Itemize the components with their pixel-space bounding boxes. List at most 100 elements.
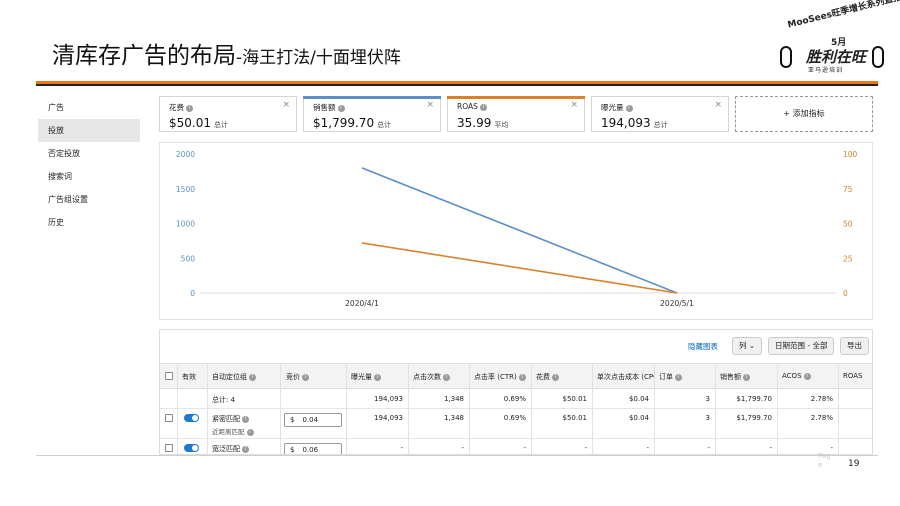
metric-label: 销售额 — [313, 103, 336, 112]
header-auto-targeting-group-label: 自动定位组 — [212, 373, 247, 381]
page-number: 19 — [848, 459, 860, 469]
header-enabled[interactable]: 有效 — [182, 372, 196, 382]
info-icon: i — [302, 373, 309, 381]
enabled-toggle[interactable] — [184, 444, 199, 452]
close-icon[interactable]: × — [282, 100, 290, 110]
cell-clicks: - — [461, 444, 464, 452]
metric-card-sales[interactable]: 销售额 i $1,799.70 总计 × — [303, 96, 441, 132]
columns-button[interactable]: 列 ⌄ — [732, 337, 763, 355]
bid-input[interactable]: $0.06 — [284, 443, 342, 454]
target-name-label: 宽泛匹配 — [212, 445, 240, 453]
cell-ctr: 0.69% — [503, 395, 526, 403]
header-clicks-label: 点击次数 — [413, 373, 441, 381]
cell-acos: - — [830, 444, 833, 452]
y-left-tick-label: 2000 — [176, 150, 195, 159]
sidebar-item-ads[interactable]: 广告 — [38, 96, 140, 119]
export-button[interactable]: 导出 — [840, 337, 869, 355]
chart-svg: 2000 1500 1000 500 0 100 75 50 25 0 2020/4/1 2020/5… — [176, 150, 858, 308]
header-auto-targeting-group[interactable]: 自动定位组 i — [212, 372, 256, 382]
info-icon: i — [246, 428, 254, 436]
info-icon: i — [743, 373, 750, 381]
metric-card-impressions[interactable]: 曝光量 i 194,093 总计 × — [591, 96, 729, 132]
sidebar-item-negative-targeting[interactable]: 否定投放 — [38, 142, 140, 165]
cell-spend: $50.01 — [562, 395, 588, 403]
logo-ring-left-icon — [780, 46, 792, 68]
sidebar-item-targeting[interactable]: 投放 — [38, 119, 140, 142]
cell-orders: 3 — [705, 395, 710, 403]
cell-orders: - — [707, 444, 710, 452]
close-icon[interactable]: × — [714, 100, 722, 110]
metric-unit: 总计 — [214, 121, 228, 129]
sidebar-item-history[interactable]: 历史 — [38, 211, 140, 234]
footer-divider — [36, 455, 878, 456]
info-icon: i — [479, 103, 487, 111]
close-icon[interactable]: × — [426, 100, 434, 110]
performance-chart: 2000 1500 1000 500 0 100 75 50 25 0 2020/4/1 2020/5… — [159, 142, 873, 320]
cell-orders: 3 — [705, 414, 710, 422]
metric-label: 曝光量 — [601, 103, 624, 112]
metric-card-spend[interactable]: 花费 i $50.01 总计 × — [159, 96, 297, 132]
select-all-checkbox[interactable] — [165, 372, 173, 380]
event-logo: MooSees旺季增长系列直播 5月 胜利在旺 亚马逊培训 — [778, 0, 900, 76]
header-impressions[interactable]: 曝光量 i — [351, 372, 381, 382]
cell-sales: - — [769, 444, 772, 452]
x-tick-label: 2020/5/1 — [660, 299, 694, 308]
header-orders-label: 订单 — [659, 373, 673, 381]
cell-sales: $1,799.70 — [736, 395, 772, 403]
cell-cpc: $0.04 — [628, 414, 649, 422]
cell-ctr: 0.69% — [503, 414, 526, 422]
header-sales-label: 销售额 — [720, 373, 741, 381]
header-sales[interactable]: 销售额 i — [720, 372, 750, 382]
sidebar-item-search-terms[interactable]: 搜索词 — [38, 165, 140, 188]
table-row: 宽泛匹配 i $0.06 - - - - - - - - — [160, 439, 872, 454]
cell-clicks: 1,348 — [443, 414, 464, 422]
cell-cpc: $0.04 — [628, 395, 649, 403]
enabled-toggle[interactable] — [184, 414, 199, 422]
metric-label: 花费 — [169, 103, 184, 112]
header-cpc[interactable]: 单次点击成本 (CPC) — [597, 372, 655, 382]
columns-button-label: 列 — [739, 341, 747, 350]
y-left-tick-label: 1500 — [176, 185, 195, 194]
targeting-table: 隐藏图表 列 ⌄ 日期范围 - 全部 导出 有效 自动定位组 i 竞价 i 曝光量 i… — [159, 329, 873, 455]
y-right-tick-label: 75 — [843, 185, 853, 194]
row-checkbox[interactable] — [165, 414, 173, 422]
logo-series-text: MooSees旺季增长系列直播 — [786, 0, 900, 31]
y-left-tick-label: 1000 — [176, 220, 195, 229]
header-spend[interactable]: 花费 i — [536, 372, 559, 382]
cell-sales: $1,799.70 — [736, 414, 772, 422]
slide-title-main: 清库存广告的布局 — [52, 43, 236, 69]
date-range-button[interactable]: 日期范围 - 全部 — [768, 337, 835, 355]
header-ctr[interactable]: 点击率 (CTR) i — [474, 372, 526, 382]
cell-acos: 2.78% — [810, 414, 833, 422]
metric-card-roas[interactable]: ROAS i 35.99 平均 × — [447, 96, 585, 132]
target-name: 紧密匹配 i — [212, 414, 249, 424]
sidebar-item-ad-group-settings[interactable]: 广告组设置 — [38, 188, 140, 211]
header-orders[interactable]: 订单 i — [659, 372, 682, 382]
info-icon: i — [675, 373, 682, 381]
cell-impressions: 194,093 — [374, 414, 403, 422]
header-bid[interactable]: 竞价 i — [286, 372, 309, 382]
add-metric-button[interactable]: + 添加指标 — [735, 96, 873, 132]
hide-chart-link[interactable]: 隐藏图表 — [688, 341, 718, 352]
target-name: 宽泛匹配 i — [212, 444, 249, 454]
slide-title: 清库存广告的布局-海王打法/十面埋伏阵 — [52, 36, 401, 70]
bid-input[interactable]: $0.04 — [284, 413, 342, 427]
row-checkbox[interactable] — [165, 444, 173, 452]
header-clicks[interactable]: 点击次数 i — [413, 372, 450, 382]
close-icon[interactable]: × — [570, 100, 578, 110]
header-roas[interactable]: ROAS — [843, 372, 862, 380]
metric-accent-bar — [447, 96, 585, 99]
info-icon: i — [242, 445, 249, 453]
header-acos[interactable]: ACOS i — [782, 372, 811, 380]
chevron-down-icon: ⌄ — [748, 341, 756, 350]
info-icon: i — [249, 373, 256, 381]
logo-slogan-text: 胜利在旺 — [806, 48, 867, 66]
cell-cpc: - — [646, 444, 649, 452]
target-subtext: 近距离匹配 i — [212, 426, 254, 436]
info-icon: i — [374, 373, 381, 381]
table-row: 紧密匹配 i 近距离匹配 i $0.04 194,093 1,348 0.69% $… — [160, 409, 872, 439]
metric-value: $50.01 — [169, 116, 211, 130]
metric-label: ROAS — [457, 102, 478, 111]
slide-title-sub: -海王打法/十面埋伏阵 — [236, 48, 401, 68]
y-right-tick-label: 25 — [843, 254, 853, 263]
